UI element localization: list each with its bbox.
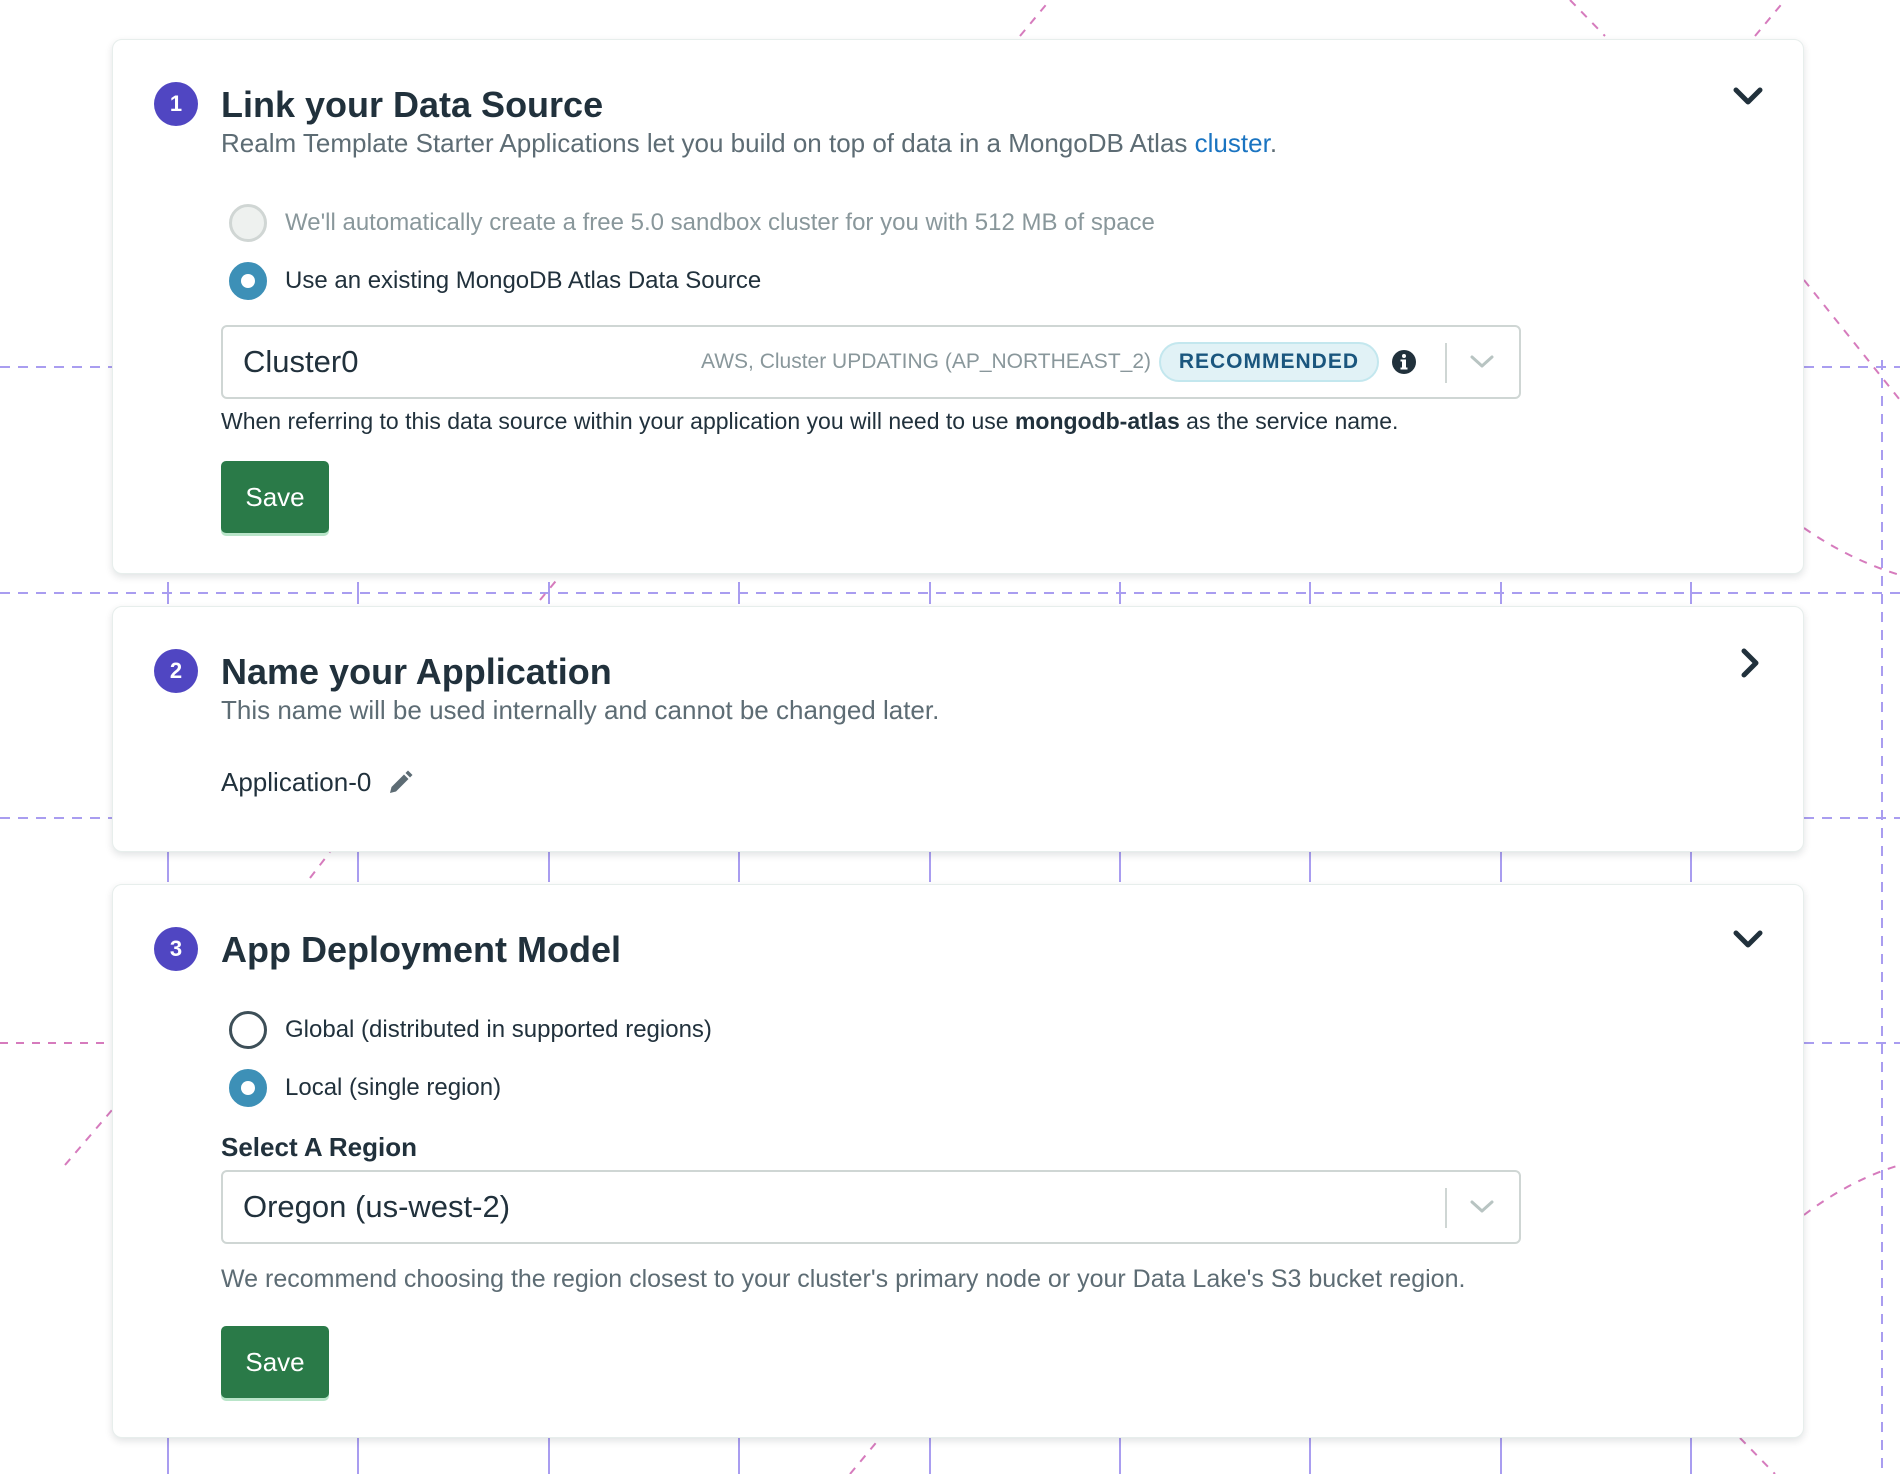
application-name: Application-0 — [221, 767, 415, 798]
recommended-badge: RECOMMENDED — [1158, 342, 1379, 382]
step-card-deployment-model: 3 App Deployment Model Global (distribut… — [112, 884, 1804, 1438]
region-select[interactable]: Oregon (us-west-2) — [221, 1170, 1521, 1244]
helper-suffix: as the service name. — [1179, 408, 1399, 434]
helper-text: When referring to this data source withi… — [221, 408, 1015, 434]
select-value: Cluster0 — [243, 344, 359, 379]
radio-button[interactable] — [229, 1069, 267, 1107]
radio-button[interactable] — [229, 1011, 267, 1049]
step-number-badge: 3 — [154, 927, 198, 971]
radio-option-global[interactable]: Global (distributed in supported regions… — [229, 1011, 712, 1049]
radio-button[interactable] — [229, 204, 267, 242]
radio-label: We'll automatically create a free 5.0 sa… — [285, 209, 1155, 236]
save-button[interactable]: Save — [221, 461, 329, 533]
chevron-down-icon[interactable] — [1728, 76, 1768, 116]
data-source-select[interactable]: Cluster0 AWS, Cluster UPDATING (AP_NORTH… — [221, 325, 1521, 399]
cluster-meta: AWS, Cluster UPDATING (AP_NORTHEAST_2) — [700, 350, 1151, 373]
card-title: Link your Data Source — [221, 84, 604, 125]
subtitle-suffix: . — [1269, 128, 1278, 158]
step-number-badge: 1 — [154, 82, 198, 126]
service-name: mongodb-atlas — [1014, 408, 1180, 434]
subtitle-text: Realm Template Starter Applications let … — [221, 128, 1195, 158]
card-subtitle: This name will be used internally and ca… — [221, 695, 940, 725]
radio-label: Use an existing MongoDB Atlas Data Sourc… — [285, 267, 762, 294]
select-divider — [1445, 343, 1447, 383]
chevron-down-icon[interactable] — [1728, 919, 1768, 959]
save-button[interactable]: Save — [221, 1326, 329, 1398]
step-card-name-application: 2 Name your Application This name will b… — [112, 606, 1804, 852]
card-subtitle: Realm Template Starter Applications let … — [221, 128, 1277, 159]
radio-option-local[interactable]: Local (single region) — [229, 1069, 501, 1107]
region-helper: We recommend choosing the region closest… — [221, 1265, 1466, 1293]
application-name-text: Application-0 — [221, 767, 372, 797]
radio-option-existing-source[interactable]: Use an existing MongoDB Atlas Data Sourc… — [229, 262, 761, 300]
select-divider — [1445, 1188, 1447, 1228]
card-title: App Deployment Model — [221, 929, 622, 970]
cluster-link[interactable]: cluster — [1195, 128, 1270, 158]
select-value: Oregon (us-west-2) — [243, 1189, 511, 1224]
radio-button[interactable] — [229, 262, 267, 300]
card-title: Name your Application — [221, 651, 612, 692]
pencil-icon[interactable] — [385, 768, 415, 798]
radio-label: Global (distributed in supported regions… — [285, 1016, 712, 1043]
step-card-link-data-source: 1 Link your Data Source Realm Template S… — [112, 39, 1804, 574]
chevron-down-icon[interactable] — [1467, 352, 1497, 372]
radio-option-sandbox[interactable]: We'll automatically create a free 5.0 sa… — [229, 204, 1155, 242]
radio-label: Local (single region) — [285, 1074, 502, 1101]
info-icon[interactable] — [1391, 349, 1417, 375]
service-name-helper: When referring to this data source withi… — [221, 408, 1398, 435]
step-number-badge: 2 — [154, 649, 198, 693]
chevron-right-icon[interactable] — [1730, 643, 1770, 683]
region-label: Select A Region — [221, 1132, 418, 1162]
chevron-down-icon[interactable] — [1467, 1197, 1497, 1217]
